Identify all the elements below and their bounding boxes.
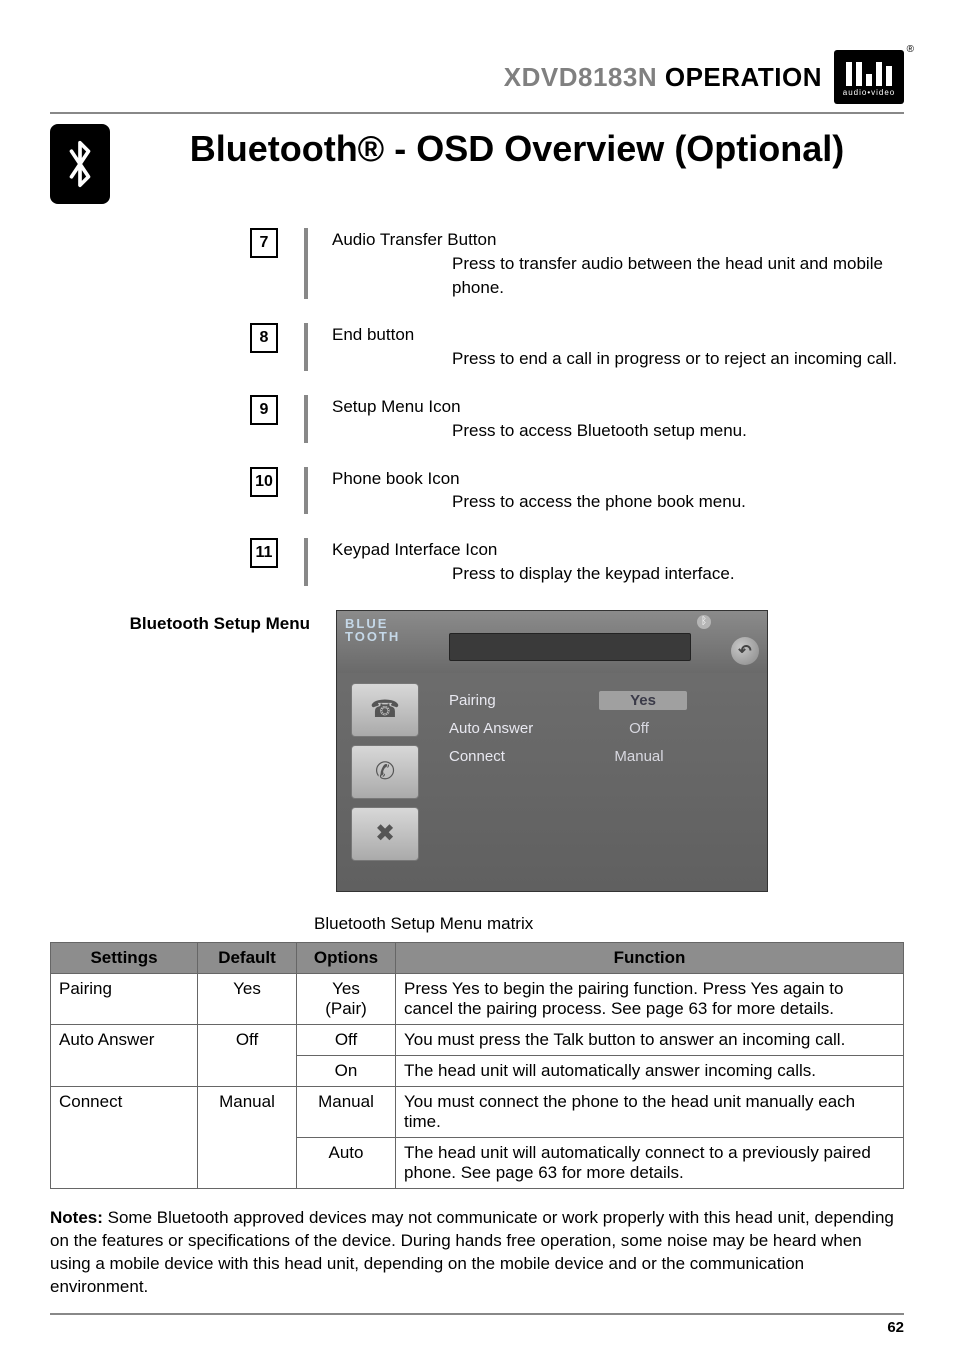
ss-side-icon: ✖ xyxy=(351,807,419,861)
callout-row: 11 Keypad Interface Icon Press to display … xyxy=(250,538,904,586)
cell-default: Yes xyxy=(198,973,297,1024)
cell-default: Manual xyxy=(198,1086,297,1188)
ss-back-icon: ↶ xyxy=(731,637,759,665)
th-default: Default xyxy=(198,942,297,973)
cell-option: Yes (Pair) xyxy=(297,973,396,1024)
operation-label: OPERATION xyxy=(665,62,822,92)
callout-number: 10 xyxy=(250,467,278,497)
table-row: ConnectManualManualYou must connect the … xyxy=(51,1086,904,1137)
ss-side-icon: ✆ xyxy=(351,745,419,799)
cell-default: Off xyxy=(198,1024,297,1086)
divider xyxy=(50,112,904,114)
page-number: 62 xyxy=(50,1319,904,1336)
page-header: XDVD8183N OPERATION ® audio•video xyxy=(50,50,904,104)
cell-function: The head unit will automatically answer … xyxy=(396,1055,904,1086)
callout-list: 7 Audio Transfer Button Press to transfer … xyxy=(250,228,904,586)
matrix-caption: Bluetooth Setup Menu matrix xyxy=(314,914,904,934)
th-settings: Settings xyxy=(51,942,198,973)
notes-label: Notes: xyxy=(50,1208,103,1227)
callout-number: 9 xyxy=(250,395,278,425)
notes-block: Notes: Some Bluetooth approved devices m… xyxy=(50,1207,904,1299)
ss-brand-bot: TOOTH xyxy=(345,630,400,643)
callout-label: Keypad Interface Icon xyxy=(332,540,497,559)
ss-option-row: Auto AnswerOff xyxy=(449,715,755,743)
ss-option-label: Auto Answer xyxy=(449,720,599,737)
divider xyxy=(50,1313,904,1315)
callout-number: 11 xyxy=(250,538,278,568)
callout-number: 7 xyxy=(250,228,278,258)
notes-text: Some Bluetooth approved devices may not … xyxy=(50,1208,894,1296)
callout-desc: Press to display the keypad interface. xyxy=(332,562,904,586)
ss-option-value: Off xyxy=(599,720,679,737)
ss-bluetooth-icon: ᛒ xyxy=(697,615,711,629)
callout-row: 9 Setup Menu Icon Press to access Bluetoot… xyxy=(250,395,904,443)
callout-label: End button xyxy=(332,325,414,344)
logo-caption: audio•video xyxy=(843,88,896,97)
divider xyxy=(304,228,308,299)
th-options: Options xyxy=(297,942,396,973)
callout-desc: Press to access the phone book menu. xyxy=(332,490,904,514)
ss-title-field xyxy=(449,633,691,661)
cell-option: Manual xyxy=(297,1086,396,1137)
ss-option-row: ConnectManual xyxy=(449,743,755,771)
table-row: Auto AnswerOffOffYou must press the Talk… xyxy=(51,1024,904,1055)
divider xyxy=(304,538,308,586)
page-title: Bluetooth® - OSD Overview (Optional) xyxy=(130,128,904,170)
callout-row: 10 Phone book Icon Press to access the pho… xyxy=(250,467,904,515)
cell-function: You must connect the phone to the head u… xyxy=(396,1086,904,1137)
cell-option: On xyxy=(297,1055,396,1086)
cell-function: You must press the Talk button to answer… xyxy=(396,1024,904,1055)
cell-option: Auto xyxy=(297,1137,396,1188)
model-number: XDVD8183N xyxy=(504,62,657,92)
bluetooth-icon xyxy=(50,124,110,204)
callout-row: 7 Audio Transfer Button Press to transfer … xyxy=(250,228,904,299)
callout-label: Phone book Icon xyxy=(332,469,460,488)
ss-side-icon: ☎ xyxy=(351,683,419,737)
cell-setting: Pairing xyxy=(51,973,198,1024)
ss-option-value: Manual xyxy=(599,748,679,765)
divider xyxy=(304,323,308,371)
cell-setting: Auto Answer xyxy=(51,1024,198,1086)
ss-brand-top: BLUE xyxy=(345,617,400,630)
callout-label: Audio Transfer Button xyxy=(332,230,496,249)
logo-bars-icon xyxy=(846,58,892,86)
ss-options: PairingYesAuto AnswerOffConnectManual xyxy=(437,673,767,891)
ss-option-label: Connect xyxy=(449,748,599,765)
setup-menu-screenshot: BLUE TOOTH ᛒ ↶ ☎✆✖ PairingYesAuto Answer… xyxy=(336,610,768,892)
cell-function: Press Yes to begin the pairing function.… xyxy=(396,973,904,1024)
callout-desc: Press to transfer audio between the head… xyxy=(332,252,904,300)
callout-desc: Press to end a call in progress or to re… xyxy=(332,347,904,371)
header-text: XDVD8183N OPERATION xyxy=(504,62,822,93)
divider xyxy=(304,395,308,443)
ss-option-row: PairingYes xyxy=(449,687,755,715)
callout-number: 8 xyxy=(250,323,278,353)
brand-logo: ® audio•video xyxy=(834,50,904,104)
setup-menu-label: Bluetooth Setup Menu xyxy=(50,610,310,634)
divider xyxy=(304,467,308,515)
cell-option: Off xyxy=(297,1024,396,1055)
cell-setting: Connect xyxy=(51,1086,198,1188)
cell-function: The head unit will automatically connect… xyxy=(396,1137,904,1188)
ss-option-label: Pairing xyxy=(449,692,599,709)
callout-label: Setup Menu Icon xyxy=(332,397,461,416)
ss-sidebar: ☎ ✆ ✖ xyxy=(337,673,437,891)
ss-option-value: Yes xyxy=(599,691,687,710)
th-function: Function xyxy=(396,942,904,973)
callout-desc: Press to access Bluetooth setup menu. xyxy=(332,419,904,443)
table-row: PairingYesYes (Pair)Press Yes to begin t… xyxy=(51,973,904,1024)
callout-row: 8 End button Press to end a call in progre… xyxy=(250,323,904,371)
settings-matrix-table: Settings Default Options Function Pairin… xyxy=(50,942,904,1189)
